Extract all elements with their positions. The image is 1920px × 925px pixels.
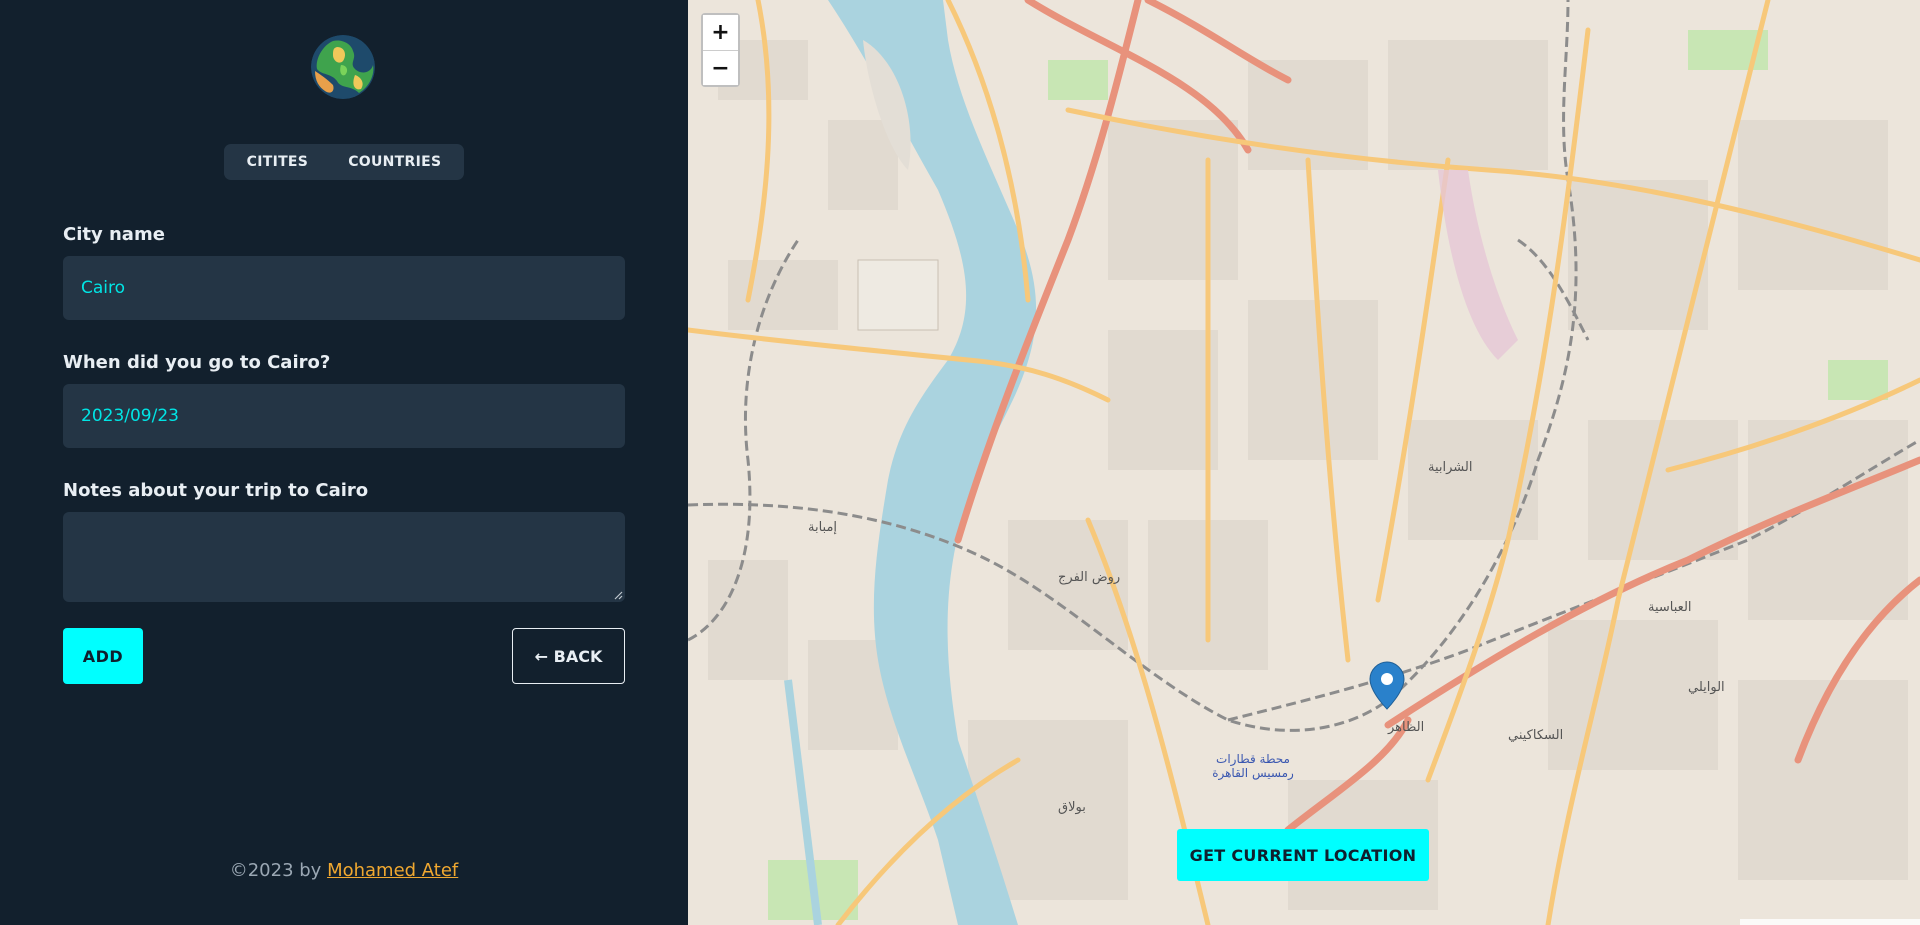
zoom-in-button[interactable]: + [703,15,738,50]
map[interactable]: إمبابة بولاق الشرابية العباسية السكاكيني… [688,0,1920,925]
map-label-ramses-station: محطة قطارات رمسيس القاهرة [1212,752,1294,780]
map-label-bulaq: بولاق [1058,800,1086,815]
city-name-label: City name [63,224,165,245]
tab-bar: CITITES COUNTRIES [224,144,464,180]
map-label-abbasiya: العباسية [1648,600,1692,615]
back-button[interactable]: ← BACK [512,628,625,684]
sidebar: CITITES COUNTRIES City name When did you… [0,0,688,925]
tab-countries[interactable]: COUNTRIES [332,146,457,178]
zoom-control: + − [701,13,740,87]
footer-copyright: ©2023 by [229,860,328,881]
get-current-location-button[interactable]: GET CURRENT LOCATION [1177,829,1429,881]
map-label-rod-el-farag: روض الفرج [1058,570,1121,585]
notes-textarea[interactable] [63,512,625,602]
map-label-shubra: الشرابية [1428,460,1473,475]
footer: ©2023 by Mohamed Atef [0,860,688,881]
map-label-daher: الظاهر [1388,720,1425,735]
zoom-out-button[interactable]: − [703,50,738,85]
map-label-imbaba: إمبابة [808,520,838,535]
tab-cities[interactable]: CITITES [231,146,325,178]
map-tiles [688,0,1920,925]
globe-icon [311,35,375,99]
author-link[interactable]: Mohamed Atef [327,860,458,881]
add-button[interactable]: ADD [63,628,143,684]
trip-date-input[interactable] [63,384,625,448]
city-name-input[interactable] [63,256,625,320]
map-attribution [1740,919,1920,925]
notes-label: Notes about your trip to Cairo [63,480,369,501]
map-label-sakakini: السكاكيني [1508,728,1564,743]
map-label-waily: الوايلي [1688,680,1725,695]
resize-handle-icon[interactable] [613,590,623,600]
trip-date-label: When did you go to Cairo? [63,352,331,373]
